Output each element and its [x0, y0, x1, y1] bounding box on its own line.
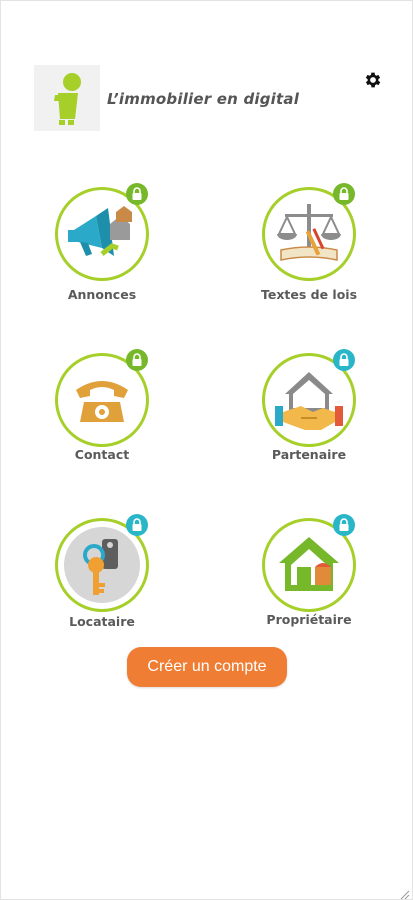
- tile-label: Annonces: [67, 287, 137, 302]
- lock-icon: [126, 349, 148, 371]
- tile-proprietaire[interactable]: Propriétaire: [244, 514, 374, 668]
- lock-icon: [333, 349, 355, 371]
- resize-grip-icon[interactable]: [398, 885, 410, 900]
- lock-icon: [126, 514, 148, 536]
- gear-icon[interactable]: [363, 70, 383, 90]
- tile-label: Propriétaire: [266, 612, 352, 627]
- lock-icon: [333, 183, 355, 205]
- tile-locataire[interactable]: Locataire: [37, 514, 167, 668]
- tile-contact[interactable]: Contact: [37, 349, 167, 503]
- create-account-button[interactable]: Créer un compte: [127, 647, 287, 687]
- app-screen: L’immobilier en digital Annonces Textes …: [0, 0, 413, 900]
- info-person-logo-icon: [54, 73, 81, 125]
- app-title: L’immobilier en digital: [107, 90, 300, 108]
- app-logo: [34, 65, 100, 131]
- tile-partenaire[interactable]: Partenaire: [244, 349, 374, 503]
- tile-annonces[interactable]: Annonces: [37, 183, 167, 337]
- tile-label: Contact: [74, 447, 130, 462]
- tile-label: Partenaire: [271, 447, 347, 462]
- lock-icon: [126, 183, 148, 205]
- tile-textes-de-lois[interactable]: Textes de lois: [244, 183, 374, 337]
- tile-label: Textes de lois: [260, 287, 358, 302]
- tile-label: Locataire: [69, 614, 135, 629]
- lock-icon: [333, 514, 355, 536]
